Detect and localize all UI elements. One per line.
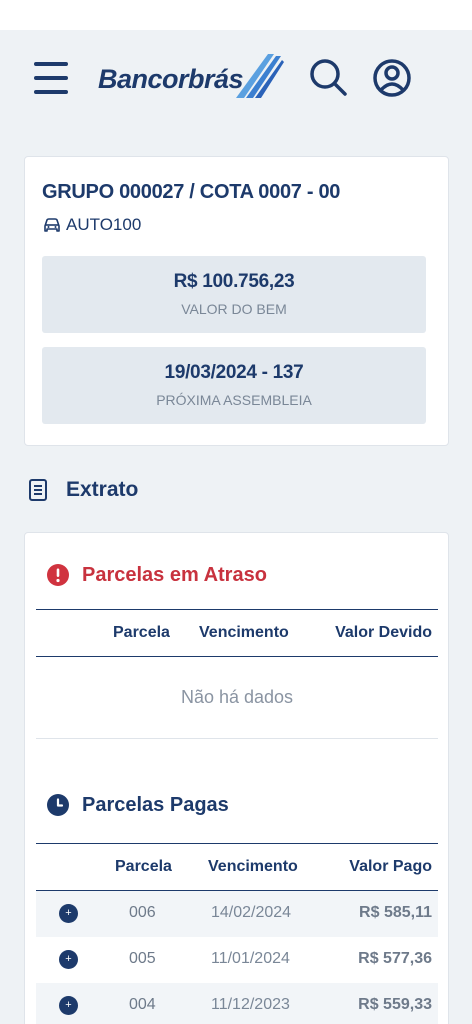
- asset-value-box: R$ 100.756,23 VALOR DO BEM: [42, 256, 426, 333]
- cell-parcela: 005: [129, 950, 156, 967]
- plan-row: AUTO100: [42, 213, 141, 237]
- paid-installments-heading: Parcelas Pagas: [47, 791, 229, 819]
- logo-swoosh-icon: [236, 54, 284, 98]
- next-assembly-value: 19/03/2024 - 137: [164, 362, 304, 383]
- asset-value: R$ 100.756,23: [173, 271, 295, 292]
- paid-table-header: Parcela Vencimento Valor Pago: [36, 843, 438, 891]
- app-screen: Bancorbrás GRUPO 000027 / COTA 0007 - 00: [0, 30, 472, 1024]
- overdue-table: Parcela Vencimento Valor Devido Não há d…: [36, 609, 438, 739]
- quota-summary-card: GRUPO 000027 / COTA 0007 - 00 AUTO100 R$…: [24, 156, 449, 446]
- next-assembly-label: PRÓXIMA ASSEMBLEIA: [156, 392, 312, 408]
- column-header-vencimento: Vencimento: [199, 624, 289, 641]
- plan-name: AUTO100: [66, 215, 142, 234]
- table-row[interactable]: + 004 11/12/2023 R$ 559,33: [36, 983, 438, 1024]
- clock-icon: [47, 794, 69, 816]
- statement-heading: Extrato: [28, 476, 138, 504]
- car-icon: [44, 218, 60, 232]
- user-profile-icon[interactable]: [370, 56, 414, 100]
- empty-state-row: Não há dados: [36, 657, 438, 739]
- cell-valor-pago: R$ 585,11: [359, 904, 432, 921]
- bancorbras-logo: Bancorbrás: [98, 52, 284, 102]
- cell-vencimento: 11/12/2023: [211, 996, 290, 1013]
- expand-row-icon[interactable]: +: [59, 950, 78, 969]
- cell-valor-pago: R$ 559,33: [358, 996, 432, 1013]
- app-header: Bancorbrás: [0, 30, 472, 126]
- cell-parcela: 006: [129, 904, 156, 921]
- empty-state-text: Não há dados: [180, 687, 294, 707]
- overdue-installments-heading: Parcelas em Atraso: [47, 561, 267, 589]
- paid-table-body: + 006 14/02/2024 R$ 585,11 + 005 11/01/2…: [36, 891, 438, 1024]
- document-list-icon: [29, 479, 47, 501]
- table-row[interactable]: + 005 11/01/2024 R$ 577,36: [36, 937, 438, 983]
- overdue-table-header: Parcela Vencimento Valor Devido: [36, 609, 438, 657]
- expand-row-icon[interactable]: +: [59, 996, 78, 1015]
- column-header-valor-pago: Valor Pago: [349, 858, 432, 875]
- logo-text: Bancorbrás: [98, 64, 244, 94]
- cell-valor-pago: R$ 577,36: [358, 950, 432, 967]
- asset-value-label: VALOR DO BEM: [181, 301, 287, 317]
- column-header-parcela: Parcela: [115, 858, 172, 875]
- cell-parcela: 004: [129, 996, 156, 1013]
- column-header-vencimento: Vencimento: [208, 858, 298, 875]
- table-row[interactable]: + 006 14/02/2024 R$ 585,11: [36, 891, 438, 937]
- hamburger-menu-icon[interactable]: [34, 62, 68, 94]
- cell-vencimento: 14/02/2024: [211, 904, 292, 921]
- cell-vencimento: 11/01/2024: [211, 950, 290, 967]
- paid-heading-text: Parcelas Pagas: [82, 793, 229, 816]
- column-header-parcela: Parcela: [113, 624, 170, 641]
- statement-card: Parcelas em Atraso Parcela Vencimento Va…: [24, 532, 449, 1024]
- column-header-valor-devido: Valor Devido: [335, 624, 432, 641]
- paid-table: Parcela Vencimento Valor Pago + 006 14/0…: [36, 843, 438, 1024]
- expand-row-icon[interactable]: +: [59, 904, 78, 923]
- group-quota-title: GRUPO 000027 / COTA 0007 - 00: [42, 181, 341, 203]
- status-bar: [0, 0, 472, 30]
- search-icon[interactable]: [306, 56, 350, 100]
- overdue-heading-text: Parcelas em Atraso: [82, 563, 267, 586]
- next-assembly-box: 19/03/2024 - 137 PRÓXIMA ASSEMBLEIA: [42, 347, 426, 424]
- exclamation-circle-icon: [47, 564, 69, 586]
- statement-heading-text: Extrato: [66, 478, 139, 501]
